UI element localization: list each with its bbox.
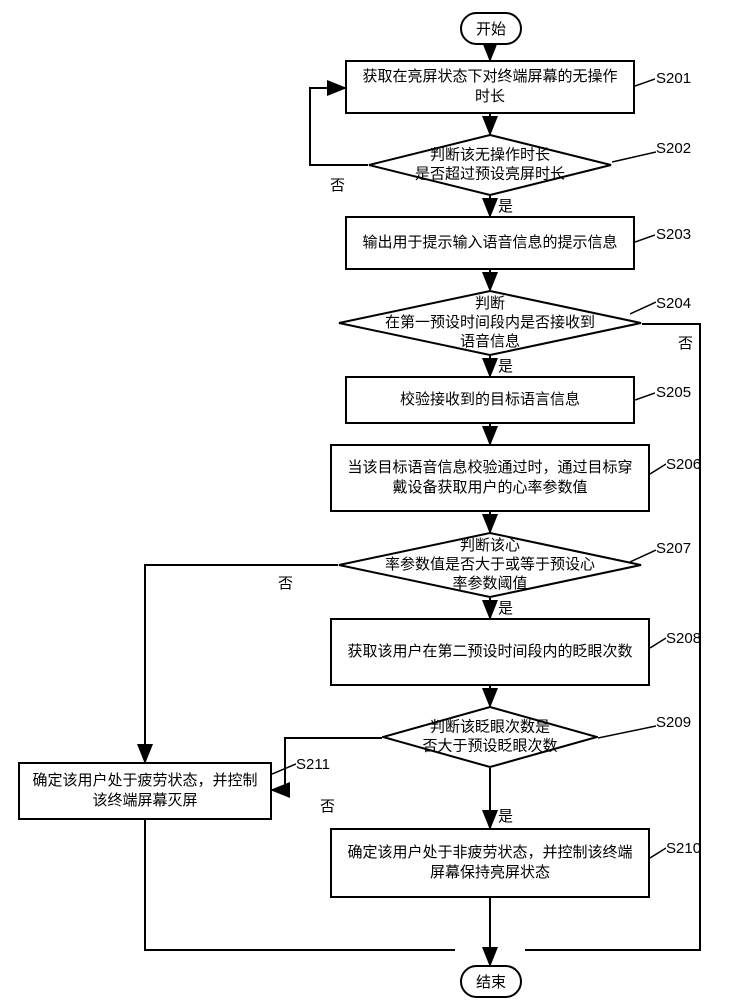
decision-s209: 判断该眨眼次数是 否大于预设眨眼次数 xyxy=(382,706,598,768)
decision-s204-text3: 语音信息 xyxy=(460,332,520,349)
decision-s202-text1: 判断该无操作时长 xyxy=(430,146,550,163)
process-s210-text: 确定该用户处于非疲劳状态，并控制该终端屏幕保持亮屏状态 xyxy=(342,843,638,884)
branch-s209-no: 否 xyxy=(320,795,335,816)
leader-s210 xyxy=(650,846,666,862)
label-s202: S202 xyxy=(656,140,691,157)
decision-s207-text1: 判断该心 xyxy=(460,537,520,554)
terminal-start: 开始 xyxy=(460,12,522,45)
leader-s211 xyxy=(272,762,296,776)
terminal-end: 结束 xyxy=(460,965,522,998)
decision-s204: 判断 在第一预设时间段内是否接收到 语音信息 xyxy=(338,290,642,356)
terminal-start-text: 开始 xyxy=(476,21,506,38)
branch-s202-no: 否 xyxy=(330,174,345,195)
process-s201: 获取在亮屏状态下对终端屏幕的无操作时长 xyxy=(345,60,635,114)
decision-s207-text2: 率参数值是否大于或等于预设心 xyxy=(385,556,595,573)
leader-s203 xyxy=(635,232,655,252)
leader-s205 xyxy=(635,390,655,410)
label-s203: S203 xyxy=(656,226,691,243)
leader-s201 xyxy=(635,76,655,96)
branch-s204-no: 否 xyxy=(678,332,693,353)
leader-s209 xyxy=(598,724,656,740)
label-s205: S205 xyxy=(656,384,691,401)
branch-s202-yes: 是 xyxy=(498,195,513,216)
decision-s207-text3: 率参数阈值 xyxy=(452,574,527,591)
process-s206: 当该目标语音信息校验通过时，通过目标穿戴设备获取用户的心率参数值 xyxy=(330,444,650,512)
process-s201-text: 获取在亮屏状态下对终端屏幕的无操作时长 xyxy=(357,67,623,108)
leader-s206 xyxy=(650,462,666,478)
process-s206-text: 当该目标语音信息校验通过时，通过目标穿戴设备获取用户的心率参数值 xyxy=(342,458,638,499)
label-s210: S210 xyxy=(666,840,701,857)
label-s211: S211 xyxy=(296,756,330,773)
terminal-end-text: 结束 xyxy=(476,974,506,991)
decision-s209-text2: 否大于预设眨眼次数 xyxy=(422,737,557,754)
process-s203: 输出用于提示输入语音信息的提示信息 xyxy=(345,216,635,270)
process-s205-text: 校验接收到的目标语言信息 xyxy=(400,390,580,410)
decision-s204-text2: 在第一预设时间段内是否接收到 xyxy=(385,314,595,331)
branch-s207-no: 否 xyxy=(278,572,293,593)
label-s207: S207 xyxy=(656,540,691,557)
decision-s204-text1: 判断 xyxy=(475,295,505,312)
decision-s202: 判断该无操作时长 是否超过预设亮屏时长 xyxy=(368,134,612,196)
branch-s209-yes: 是 xyxy=(498,805,513,826)
decision-s202-text2: 是否超过预设亮屏时长 xyxy=(415,165,565,182)
leader-s207 xyxy=(630,548,656,564)
process-s208-text: 获取该用户在第二预设时间段内的眨眼次数 xyxy=(347,642,632,662)
label-s209: S209 xyxy=(656,714,691,731)
decision-s209-text1: 判断该眨眼次数是 xyxy=(430,718,550,735)
process-s211: 确定该用户处于疲劳状态，并控制该终端屏幕灭屏 xyxy=(18,762,272,820)
process-s205: 校验接收到的目标语言信息 xyxy=(345,376,635,424)
label-s208: S208 xyxy=(666,630,701,647)
decision-s207: 判断该心 率参数值是否大于或等于预设心 率参数阈值 xyxy=(338,532,642,598)
process-s210: 确定该用户处于非疲劳状态，并控制该终端屏幕保持亮屏状态 xyxy=(330,828,650,898)
leader-s202 xyxy=(612,150,656,164)
label-s204: S204 xyxy=(656,295,691,312)
branch-s207-yes: 是 xyxy=(498,597,513,618)
process-s203-text: 输出用于提示输入语音信息的提示信息 xyxy=(362,233,617,253)
label-s206: S206 xyxy=(666,456,701,473)
process-s211-text: 确定该用户处于疲劳状态，并控制该终端屏幕灭屏 xyxy=(30,771,260,812)
label-s201: S201 xyxy=(656,70,691,87)
process-s208: 获取该用户在第二预设时间段内的眨眼次数 xyxy=(330,618,650,686)
branch-s204-yes: 是 xyxy=(498,355,513,376)
leader-s204 xyxy=(630,300,656,316)
leader-s208 xyxy=(650,636,666,652)
